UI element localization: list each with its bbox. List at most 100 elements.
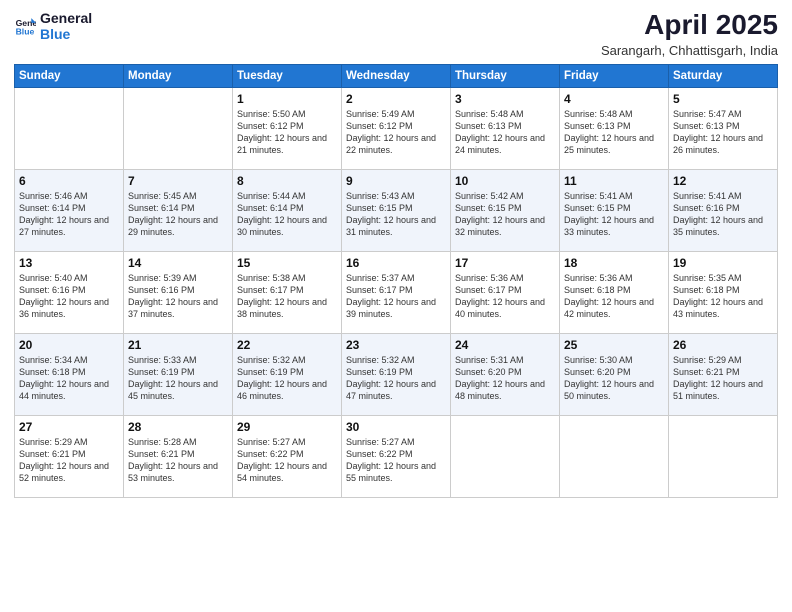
header-day-tuesday: Tuesday (233, 64, 342, 87)
day-number: 15 (237, 256, 337, 270)
calendar-subtitle: Sarangarh, Chhattisgarh, India (601, 43, 778, 58)
day-info: Sunrise: 5:41 AM Sunset: 6:16 PM Dayligh… (673, 190, 773, 239)
week-row-4: 20Sunrise: 5:34 AM Sunset: 6:18 PM Dayli… (15, 333, 778, 415)
header-day-monday: Monday (124, 64, 233, 87)
day-number: 10 (455, 174, 555, 188)
day-number: 1 (237, 92, 337, 106)
day-number: 30 (346, 420, 446, 434)
day-info: Sunrise: 5:40 AM Sunset: 6:16 PM Dayligh… (19, 272, 119, 321)
day-info: Sunrise: 5:48 AM Sunset: 6:13 PM Dayligh… (564, 108, 664, 157)
day-info: Sunrise: 5:29 AM Sunset: 6:21 PM Dayligh… (19, 436, 119, 485)
day-info: Sunrise: 5:36 AM Sunset: 6:18 PM Dayligh… (564, 272, 664, 321)
day-info: Sunrise: 5:27 AM Sunset: 6:22 PM Dayligh… (237, 436, 337, 485)
day-info: Sunrise: 5:38 AM Sunset: 6:17 PM Dayligh… (237, 272, 337, 321)
day-info: Sunrise: 5:32 AM Sunset: 6:19 PM Dayligh… (346, 354, 446, 403)
day-info: Sunrise: 5:47 AM Sunset: 6:13 PM Dayligh… (673, 108, 773, 157)
day-info: Sunrise: 5:33 AM Sunset: 6:19 PM Dayligh… (128, 354, 228, 403)
day-cell: 25Sunrise: 5:30 AM Sunset: 6:20 PM Dayli… (560, 333, 669, 415)
day-cell: 17 Sunrise: 5:36 AM Sunset: 6:17 PM Dayli… (451, 251, 560, 333)
day-cell: 29Sunrise: 5:27 AM Sunset: 6:22 PM Dayli… (233, 415, 342, 497)
day-cell: 5 Sunrise: 5:47 AM Sunset: 6:13 PM Daylig… (669, 87, 778, 169)
day-cell: 24 Sunrise: 5:31 AM Sunset: 6:20 PM Dayli… (451, 333, 560, 415)
day-cell: 13 Sunrise: 5:40 AM Sunset: 6:16 PM Dayli… (15, 251, 124, 333)
day-number: 21 (128, 338, 228, 352)
day-info: Sunrise: 5:41 AM Sunset: 6:15 PM Dayligh… (564, 190, 664, 239)
day-number: 12 (673, 174, 773, 188)
day-cell: 26Sunrise: 5:29 AM Sunset: 6:21 PM Dayli… (669, 333, 778, 415)
day-info: Sunrise: 5:31 AM Sunset: 6:20 PM Dayligh… (455, 354, 555, 403)
day-number: 6 (19, 174, 119, 188)
day-number: 28 (128, 420, 228, 434)
day-number: 17 (455, 256, 555, 270)
logo-text: General Blue (40, 10, 92, 42)
day-number: 26 (673, 338, 773, 352)
day-cell: 15 Sunrise: 5:38 AM Sunset: 6:17 PM Dayli… (233, 251, 342, 333)
day-cell: 10 Sunrise: 5:42 AM Sunset: 6:15 PM Dayli… (451, 169, 560, 251)
day-cell: 12 Sunrise: 5:41 AM Sunset: 6:16 PM Dayli… (669, 169, 778, 251)
day-cell: 20Sunrise: 5:34 AM Sunset: 6:18 PM Dayli… (15, 333, 124, 415)
day-cell: 8 Sunrise: 5:44 AM Sunset: 6:14 PM Daylig… (233, 169, 342, 251)
week-row-1: 1Sunrise: 5:50 AM Sunset: 6:12 PM Daylig… (15, 87, 778, 169)
day-cell: 4 Sunrise: 5:48 AM Sunset: 6:13 PM Daylig… (560, 87, 669, 169)
day-number: 11 (564, 174, 664, 188)
day-info: Sunrise: 5:42 AM Sunset: 6:15 PM Dayligh… (455, 190, 555, 239)
day-info: Sunrise: 5:34 AM Sunset: 6:18 PM Dayligh… (19, 354, 119, 403)
day-cell: 27 Sunrise: 5:29 AM Sunset: 6:21 PM Dayli… (15, 415, 124, 497)
day-cell: 28Sunrise: 5:28 AM Sunset: 6:21 PM Dayli… (124, 415, 233, 497)
day-number: 25 (564, 338, 664, 352)
day-number: 23 (346, 338, 446, 352)
header-day-sunday: Sunday (15, 64, 124, 87)
logo-general: General (40, 10, 92, 26)
header-day-thursday: Thursday (451, 64, 560, 87)
day-cell: 9 Sunrise: 5:43 AM Sunset: 6:15 PM Daylig… (342, 169, 451, 251)
day-cell: 18Sunrise: 5:36 AM Sunset: 6:18 PM Dayli… (560, 251, 669, 333)
calendar-title: April 2025 (601, 10, 778, 41)
day-cell (124, 87, 233, 169)
day-cell: 14Sunrise: 5:39 AM Sunset: 6:16 PM Dayli… (124, 251, 233, 333)
day-cell (560, 415, 669, 497)
day-cell: 1Sunrise: 5:50 AM Sunset: 6:12 PM Daylig… (233, 87, 342, 169)
day-info: Sunrise: 5:35 AM Sunset: 6:18 PM Dayligh… (673, 272, 773, 321)
day-number: 4 (564, 92, 664, 106)
day-info: Sunrise: 5:44 AM Sunset: 6:14 PM Dayligh… (237, 190, 337, 239)
day-number: 16 (346, 256, 446, 270)
day-number: 13 (19, 256, 119, 270)
logo-icon: General Blue (14, 15, 36, 37)
day-cell: 21 Sunrise: 5:33 AM Sunset: 6:19 PM Dayli… (124, 333, 233, 415)
day-info: Sunrise: 5:27 AM Sunset: 6:22 PM Dayligh… (346, 436, 446, 485)
day-number: 2 (346, 92, 446, 106)
day-number: 27 (19, 420, 119, 434)
day-info: Sunrise: 5:43 AM Sunset: 6:15 PM Dayligh… (346, 190, 446, 239)
week-row-2: 6 Sunrise: 5:46 AM Sunset: 6:14 PM Daylig… (15, 169, 778, 251)
header-day-wednesday: Wednesday (342, 64, 451, 87)
day-info: Sunrise: 5:49 AM Sunset: 6:12 PM Dayligh… (346, 108, 446, 157)
logo: General Blue General Blue (14, 10, 92, 42)
week-row-5: 27 Sunrise: 5:29 AM Sunset: 6:21 PM Dayli… (15, 415, 778, 497)
day-cell (669, 415, 778, 497)
day-cell: 11 Sunrise: 5:41 AM Sunset: 6:15 PM Dayli… (560, 169, 669, 251)
title-block: April 2025 Sarangarh, Chhattisgarh, Indi… (601, 10, 778, 58)
day-cell: 3Sunrise: 5:48 AM Sunset: 6:13 PM Daylig… (451, 87, 560, 169)
day-info: Sunrise: 5:32 AM Sunset: 6:19 PM Dayligh… (237, 354, 337, 403)
logo-blue: Blue (40, 26, 92, 42)
day-cell (15, 87, 124, 169)
day-number: 8 (237, 174, 337, 188)
day-info: Sunrise: 5:46 AM Sunset: 6:14 PM Dayligh… (19, 190, 119, 239)
day-number: 5 (673, 92, 773, 106)
day-info: Sunrise: 5:48 AM Sunset: 6:13 PM Dayligh… (455, 108, 555, 157)
calendar-table: SundayMondayTuesdayWednesdayThursdayFrid… (14, 64, 778, 498)
day-number: 9 (346, 174, 446, 188)
week-row-3: 13 Sunrise: 5:40 AM Sunset: 6:16 PM Dayli… (15, 251, 778, 333)
day-number: 24 (455, 338, 555, 352)
header-day-friday: Friday (560, 64, 669, 87)
day-info: Sunrise: 5:39 AM Sunset: 6:16 PM Dayligh… (128, 272, 228, 321)
day-number: 7 (128, 174, 228, 188)
day-number: 19 (673, 256, 773, 270)
day-cell: 2 Sunrise: 5:49 AM Sunset: 6:12 PM Daylig… (342, 87, 451, 169)
day-info: Sunrise: 5:37 AM Sunset: 6:17 PM Dayligh… (346, 272, 446, 321)
day-info: Sunrise: 5:36 AM Sunset: 6:17 PM Dayligh… (455, 272, 555, 321)
day-number: 22 (237, 338, 337, 352)
header: General Blue General Blue April 2025 Sar… (14, 10, 778, 58)
day-cell: 22 Sunrise: 5:32 AM Sunset: 6:19 PM Dayli… (233, 333, 342, 415)
header-day-saturday: Saturday (669, 64, 778, 87)
